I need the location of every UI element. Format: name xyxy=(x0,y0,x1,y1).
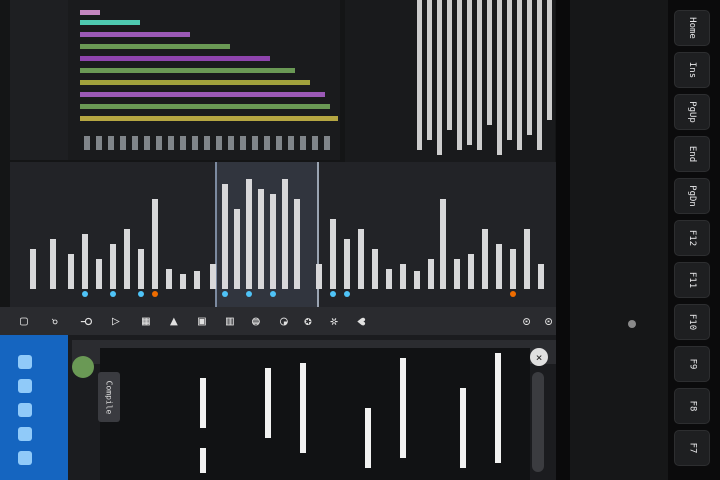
scrollbar[interactable] xyxy=(532,372,544,472)
color-bar xyxy=(80,68,295,73)
shapes-icon[interactable]: △ xyxy=(108,313,124,329)
gear-icon[interactable]: ✲ xyxy=(326,313,342,329)
document-view xyxy=(100,348,530,480)
text-output-panel xyxy=(345,0,555,165)
color-bar xyxy=(80,56,270,61)
back-icon[interactable]: ⊙ xyxy=(540,313,556,329)
key[interactable]: F9 xyxy=(674,346,710,382)
waveform-panel xyxy=(10,162,558,307)
color-bar xyxy=(80,92,325,97)
square-icon[interactable]: ▢ xyxy=(16,313,32,329)
key[interactable]: F7 xyxy=(674,430,710,466)
key[interactable]: Ins xyxy=(674,52,710,88)
color-bar xyxy=(80,32,190,37)
key[interactable]: End xyxy=(674,136,710,172)
syntax-color-bars xyxy=(80,0,342,130)
grid-icon[interactable]: ▦ xyxy=(138,313,154,329)
refresh-icon[interactable]: ◔ xyxy=(276,313,292,329)
app-icon[interactable] xyxy=(18,355,32,369)
key[interactable]: Home xyxy=(674,10,710,46)
selection-highlight xyxy=(215,162,319,307)
color-bar xyxy=(80,20,140,25)
power-led xyxy=(628,320,636,328)
document-icon[interactable]: ▤ xyxy=(222,313,238,329)
compile-tab[interactable]: Compile xyxy=(98,372,120,422)
key[interactable]: F8 xyxy=(674,388,710,424)
key[interactable]: F10 xyxy=(674,304,710,340)
photo-scene: ▢ ⌕ ⚲ △ ▦ ◀ ▣ ▤ ◍ ◔ ✪ ✲ ♥ ⊙ ⊙ Compile × … xyxy=(0,0,720,480)
app-icon[interactable] xyxy=(18,427,32,441)
speaker-icon[interactable]: ◀ xyxy=(166,313,182,329)
key[interactable]: F11 xyxy=(674,262,710,298)
side-taskbar xyxy=(0,335,68,480)
globe-icon[interactable]: ◍ xyxy=(248,313,264,329)
search-icon[interactable]: ⌕ xyxy=(46,313,62,329)
share-icon[interactable]: ⚲ xyxy=(78,313,94,329)
color-bar xyxy=(80,116,338,121)
key[interactable]: F12 xyxy=(674,220,710,256)
app-icon[interactable] xyxy=(18,379,32,393)
code-editor-panel xyxy=(10,0,340,160)
color-bar xyxy=(80,80,310,85)
keyboard: Home Ins PgUp End PgDn F12 F11 F10 F9 F8… xyxy=(668,0,720,480)
editor-gutter xyxy=(10,0,68,160)
forward-icon[interactable]: ⊙ xyxy=(518,313,534,329)
heart-icon[interactable]: ♥ xyxy=(352,313,368,329)
settings-icon[interactable]: ✪ xyxy=(300,313,316,329)
copy-icon[interactable]: ▣ xyxy=(194,313,210,329)
monitor-bezel xyxy=(556,0,570,480)
close-icon[interactable]: × xyxy=(530,348,548,366)
app-icon[interactable] xyxy=(18,451,32,465)
app-logo xyxy=(72,356,94,378)
key[interactable]: PgUp xyxy=(674,94,710,130)
color-bar xyxy=(80,44,230,49)
line-numbers xyxy=(80,132,340,154)
external-monitor: ▢ ⌕ ⚲ △ ▦ ◀ ▣ ▤ ◍ ◔ ✪ ✲ ♥ ⊙ ⊙ Compile × xyxy=(0,0,570,480)
key[interactable]: PgDn xyxy=(674,178,710,214)
icon-toolbar: ▢ ⌕ ⚲ △ ▦ ◀ ▣ ▤ ◍ ◔ ✪ ✲ ♥ ⊙ ⊙ xyxy=(0,307,570,335)
color-bar xyxy=(80,104,330,109)
app-icon[interactable] xyxy=(18,403,32,417)
color-bar xyxy=(80,10,100,15)
